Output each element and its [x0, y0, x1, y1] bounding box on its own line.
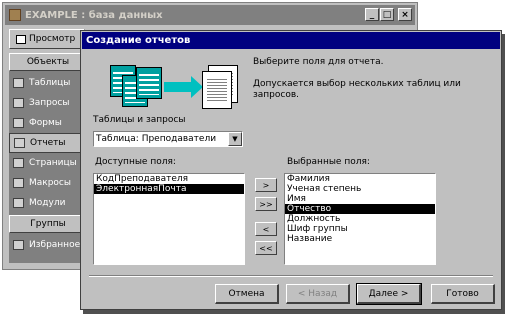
wizard-illustration: [92, 55, 245, 119]
database-window-titlebar: EXAMPLE : база данных _ □ ×: [5, 5, 415, 25]
minimize-button[interactable]: _: [365, 8, 379, 21]
sidebar-item-label: Модули: [29, 198, 66, 208]
next-button[interactable]: Далее >: [356, 283, 422, 305]
selected-fields-label: Выбранные поля:: [287, 157, 370, 167]
button-divider: [89, 275, 493, 277]
list-item[interactable]: Ученая степень: [285, 184, 435, 194]
sidebar-item-label: Избранное: [29, 240, 81, 250]
sidebar-item-pages[interactable]: Страницы: [9, 153, 87, 173]
database-icon: [9, 9, 21, 21]
form-icon: [13, 118, 24, 128]
move-one-left-button[interactable]: <: [255, 222, 277, 236]
hint-text: Допускается выбор нескольких таблиц или …: [253, 79, 461, 100]
finish-button[interactable]: Готово: [431, 284, 495, 304]
list-item[interactable]: Должность: [285, 214, 435, 224]
report-icon: [14, 138, 25, 148]
back-button[interactable]: < Назад: [286, 284, 350, 304]
tables-label: Таблицы и запросы: [93, 115, 186, 125]
list-item[interactable]: Название: [285, 234, 435, 244]
sidebar-item-label: Таблицы: [29, 78, 71, 88]
favorites-icon: [13, 240, 24, 250]
macro-icon: [13, 178, 24, 188]
dialog-title: Создание отчетов: [82, 32, 500, 49]
maximize-button[interactable]: □: [380, 8, 394, 21]
instruction-text: Выберите поля для отчета.: [253, 57, 384, 67]
objects-header[interactable]: Объекты: [9, 53, 87, 71]
list-item[interactable]: ЭлектроннаяПочта: [94, 184, 244, 194]
sidebar-item-macros[interactable]: Макросы: [9, 173, 87, 193]
sidebar-item-label: Запросы: [29, 98, 70, 108]
query-icon: [13, 98, 24, 108]
selected-fields-list[interactable]: Фамилия Ученая степень Имя Отчество Должност…: [284, 173, 436, 265]
close-button[interactable]: ×: [398, 8, 412, 21]
available-fields-label: Доступные поля:: [95, 157, 176, 167]
tables-combobox-value: Таблица: Преподаватели: [96, 134, 217, 144]
move-one-right-button[interactable]: >: [255, 178, 277, 192]
database-window-title: EXAMPLE : база данных: [25, 9, 163, 21]
move-all-left-button[interactable]: <<: [255, 241, 277, 255]
sidebar-item-modules[interactable]: Модули: [9, 193, 87, 213]
sidebar-item-label: Страницы: [29, 158, 77, 168]
table-icon: [13, 78, 24, 88]
sidebar-item-forms[interactable]: Формы: [9, 113, 87, 133]
chevron-down-icon[interactable]: ▼: [228, 132, 242, 146]
sidebar-item-tables[interactable]: Таблицы: [9, 73, 87, 93]
list-item[interactable]: Отчество: [285, 204, 435, 214]
table-graphic-icon: [136, 67, 162, 99]
tables-combobox[interactable]: Таблица: Преподаватели ▼: [93, 131, 243, 147]
sidebar-item-label: Формы: [29, 118, 62, 128]
move-all-right-button[interactable]: >>: [255, 197, 277, 211]
sidebar-item-label: Отчеты: [30, 138, 66, 148]
module-icon: [13, 198, 24, 208]
report-wizard-dialog: Создание отчетов Выберите поля для отчет…: [80, 30, 502, 310]
groups-header[interactable]: Группы: [9, 215, 87, 233]
preview-icon: [16, 34, 26, 44]
list-item[interactable]: КодПреподавателя: [94, 174, 244, 184]
objects-sidebar: Объекты Таблицы Запросы Формы Отчеты Стр…: [9, 53, 87, 263]
sidebar-item-label: Макросы: [29, 178, 71, 188]
list-item[interactable]: Шиф группы: [285, 224, 435, 234]
preview-button[interactable]: Просмотр: [9, 29, 85, 49]
sidebar-item-queries[interactable]: Запросы: [9, 93, 87, 113]
page-icon: [13, 158, 24, 168]
report-page-icon: [202, 71, 232, 109]
arrow-icon: [164, 82, 192, 92]
list-item[interactable]: Имя: [285, 194, 435, 204]
list-item[interactable]: Фамилия: [285, 174, 435, 184]
cancel-button[interactable]: Отмена: [215, 284, 279, 304]
sidebar-item-reports[interactable]: Отчеты: [9, 133, 87, 153]
sidebar-item-favorites[interactable]: Избранное: [9, 235, 87, 255]
preview-label: Просмотр: [29, 34, 76, 44]
available-fields-list[interactable]: КодПреподавателя ЭлектроннаяПочта: [93, 173, 245, 265]
